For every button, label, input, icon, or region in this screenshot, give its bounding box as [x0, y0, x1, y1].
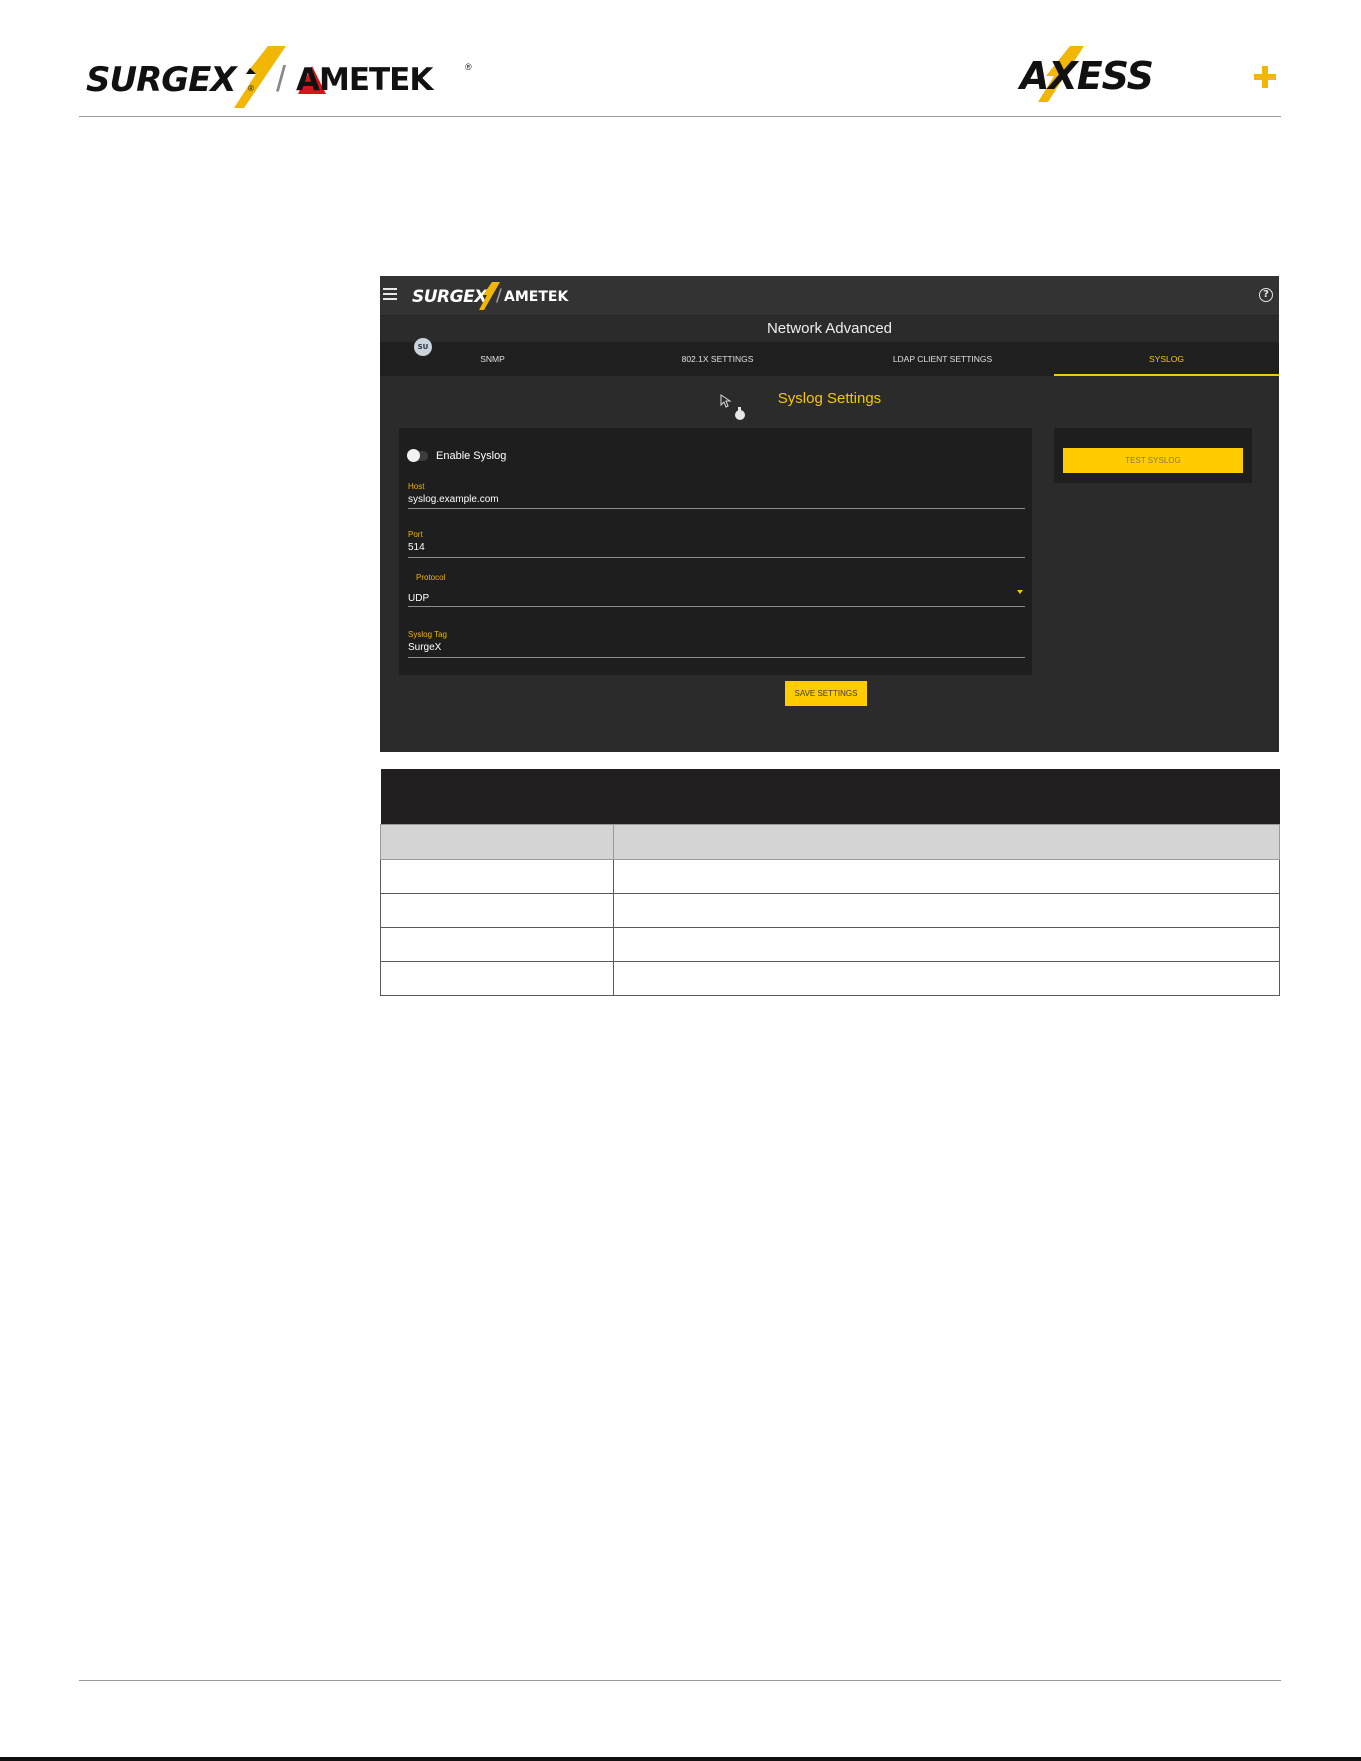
table-title-row	[380, 769, 1280, 824]
brand-separator: /	[276, 58, 287, 99]
enable-syslog-toggle[interactable]	[407, 449, 428, 462]
page-title: Network Advanced	[766, 320, 893, 337]
tab-8021x-settings[interactable]: 802.1X SETTINGS	[605, 342, 830, 376]
save-settings-button[interactable]: SAVE SETTINGS	[785, 681, 867, 706]
registered-mark: ®	[465, 62, 472, 72]
host-label: Host	[408, 482, 425, 491]
dropdown-caret-icon[interactable]	[1017, 590, 1023, 594]
table-cell	[380, 858, 614, 894]
table-row	[380, 892, 1281, 928]
syslog-settings-screenshot: SURGEX / AMETEK ? Network Advanced SNMP …	[380, 276, 1279, 752]
host-input[interactable]: syslog.example.com	[408, 494, 499, 505]
table-cell	[612, 960, 1281, 996]
app-logo: SURGEX / AMETEK	[412, 282, 592, 310]
table-title-cell	[381, 769, 1280, 824]
syslog-tag-input[interactable]: SurgeX	[408, 642, 441, 653]
section-title: Syslog Settings	[380, 390, 1279, 407]
app-ametek-wordmark: AMETEK	[504, 289, 569, 305]
syslog-tag-label: Syslog Tag	[408, 630, 447, 639]
settings-tabs: SNMP 802.1X SETTINGS LDAP CLIENT SETTING…	[380, 342, 1279, 376]
surgex-wordmark: SURGEX	[86, 60, 237, 100]
tab-ldap-client-settings[interactable]: LDAP CLIENT SETTINGS	[830, 342, 1055, 376]
table-row	[380, 858, 1281, 894]
mouse-cursor-icon	[720, 394, 732, 408]
table-cell	[612, 926, 1281, 962]
menu-icon[interactable]	[383, 288, 397, 300]
enable-syslog-label: Enable Syslog	[436, 450, 507, 462]
syslog-form: Enable Syslog Host syslog.example.com Po…	[399, 428, 1032, 675]
host-field[interactable]: Host syslog.example.com	[408, 482, 1025, 509]
ametek-wordmark: AMETEK	[296, 62, 433, 98]
app-top-bar: SURGEX / AMETEK ?	[380, 276, 1279, 316]
protocol-value[interactable]: UDP	[408, 593, 429, 604]
protocol-label: Protocol	[416, 573, 446, 582]
header-rule	[79, 116, 1281, 117]
hand-cursor-icon	[735, 407, 745, 420]
tab-syslog[interactable]: SYSLOG	[1054, 342, 1279, 376]
section-title-text: Syslog Settings	[777, 390, 882, 407]
table-row	[380, 926, 1281, 962]
protocol-select[interactable]: Protocol UDP	[408, 573, 1025, 607]
toggle-knob	[407, 449, 420, 462]
table-header-cell	[612, 823, 1281, 860]
surgex-ametek-logo: SURGEX ® / AMETEK ®	[86, 44, 486, 108]
table-cell	[612, 892, 1281, 928]
registered-mark: ®	[248, 84, 254, 93]
table-cell	[380, 926, 614, 962]
port-input[interactable]: 514	[408, 542, 425, 553]
test-syslog-button[interactable]: TEST SYSLOG	[1063, 448, 1243, 473]
table-cell	[380, 892, 614, 928]
table-header-cell	[380, 823, 614, 860]
document-header: SURGEX ® / AMETEK ® AXESS	[0, 0, 1361, 118]
settings-table	[380, 769, 1281, 996]
axess-logo: AXESS	[1008, 46, 1168, 102]
table-cell	[380, 960, 614, 996]
port-field[interactable]: Port 514	[408, 530, 1025, 558]
test-panel: TEST SYSLOG	[1054, 428, 1252, 483]
syslog-tag-field[interactable]: Syslog Tag SurgeX	[408, 630, 1025, 658]
axess-wordmark: AXESS	[1020, 54, 1154, 98]
help-icon[interactable]: ?	[1259, 288, 1273, 302]
port-label: Port	[408, 530, 423, 539]
table-row	[380, 960, 1281, 996]
plus-icon	[1254, 66, 1276, 88]
app-brand-separator: /	[496, 286, 502, 306]
page-edge	[0, 1757, 1361, 1761]
footer-rule	[79, 1680, 1281, 1681]
table-header-row	[380, 823, 1281, 860]
avatar[interactable]: SU	[414, 338, 432, 356]
table-cell	[612, 858, 1281, 894]
